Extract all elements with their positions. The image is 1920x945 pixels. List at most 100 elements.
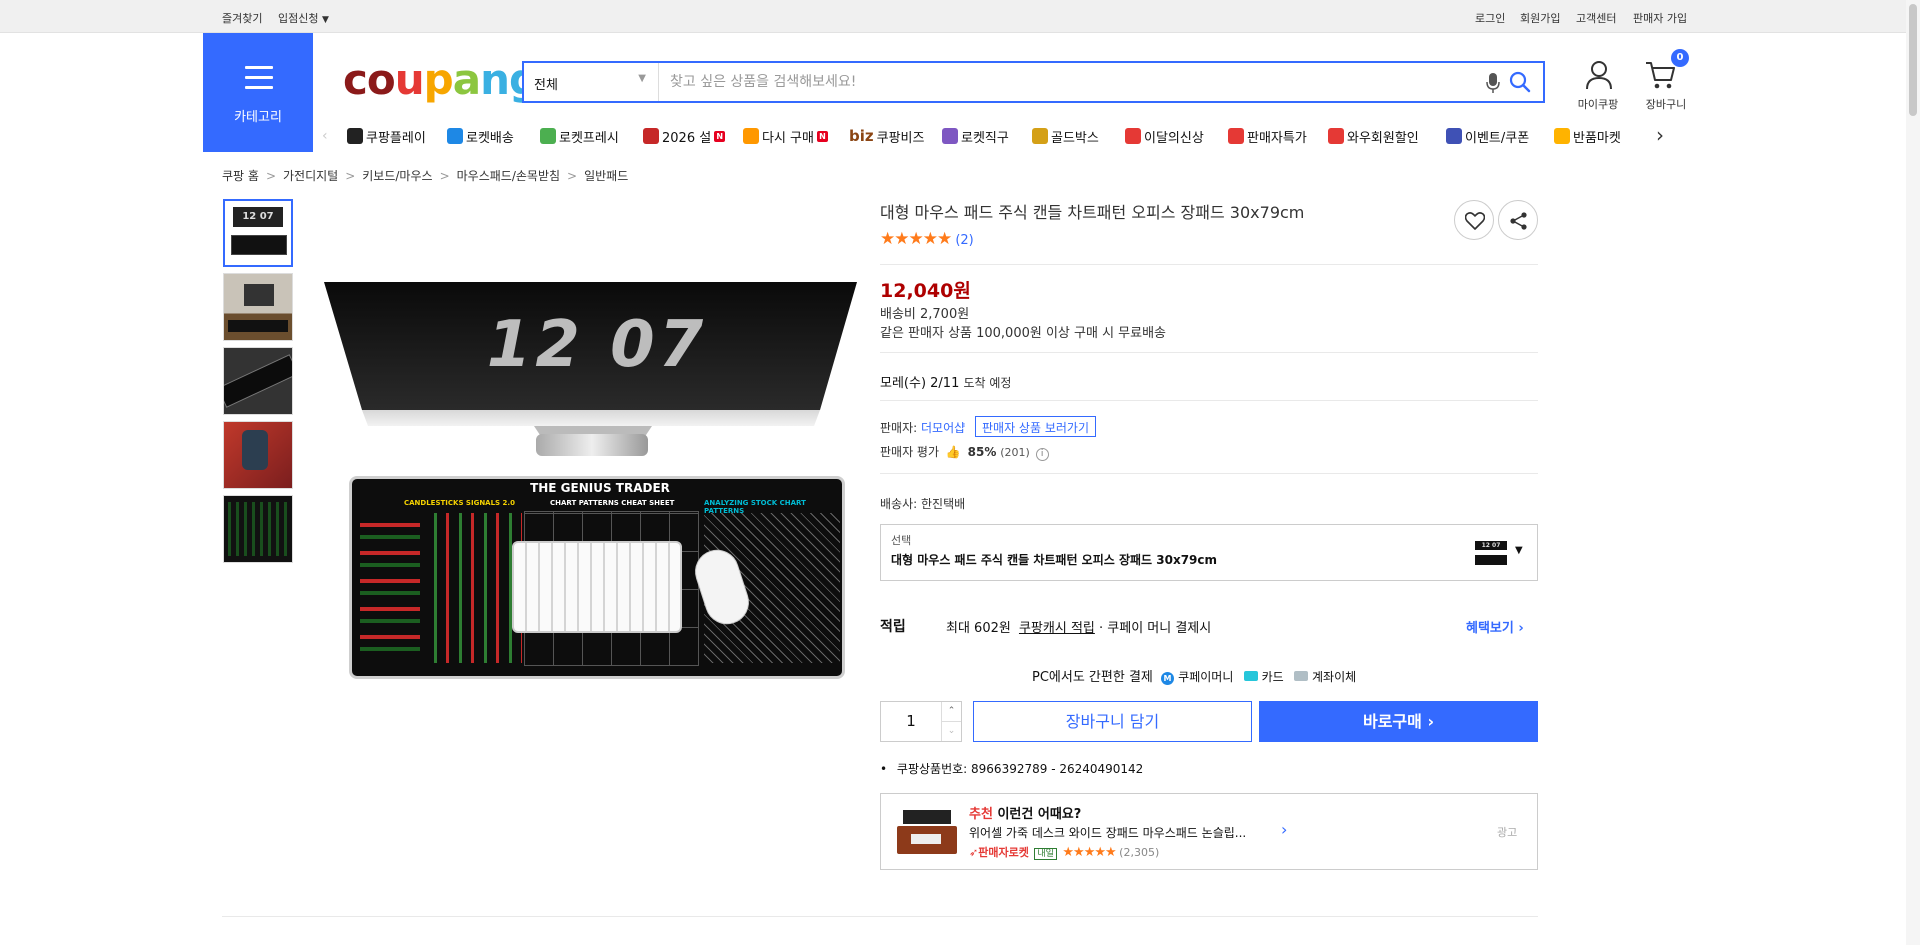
option-thumb-pad [1475, 555, 1507, 565]
pad-candles-middle [424, 513, 522, 663]
share-icon [1510, 212, 1527, 230]
product-title: 대형 마우스 패드 주식 캔들 차트패턴 오피스 장패드 30x79cm [880, 203, 1305, 222]
recommendation-highlight: 추천 [969, 807, 993, 822]
nav-item[interactable]: new-item-icon이달의신상 [1125, 125, 1204, 147]
reward-cash-link[interactable]: 쿠팡캐시 적립 [1019, 621, 1095, 636]
quantity-increase-button[interactable]: ⌃ [941, 702, 961, 722]
cart-icon [1646, 62, 1675, 89]
product-rating[interactable]: ★★★★★ (2) [880, 229, 974, 249]
buy-now-button[interactable]: 바로구매 › [1259, 701, 1538, 742]
goldbox-icon: goldbox-icon [1032, 128, 1048, 144]
seller-label: 판매자: [880, 421, 918, 435]
nav-item[interactable]: global-rocket-icon로켓직구 [942, 125, 1009, 147]
add-to-cart-button[interactable]: 장바구니 담기 [973, 701, 1252, 742]
seller-apply-link[interactable]: 입점신청 ▼ [278, 10, 329, 26]
nav-item-label: 로켓배송 [466, 130, 514, 146]
info-icon[interactable]: i [1035, 448, 1049, 461]
quantity-decrease-button[interactable]: ⌄ [941, 722, 961, 741]
nav-item-label: 로켓직구 [961, 130, 1009, 146]
thumbs-up-icon: 👍 [945, 445, 961, 459]
user-icon [1586, 61, 1612, 90]
reward-max: 최대 602원 [946, 621, 1011, 636]
divider [880, 400, 1538, 401]
recommendation-card[interactable]: 추천 이런건 어때요? 위어셀 가죽 데스크 와이드 장패드 마우스패드 논슬립… [880, 793, 1538, 870]
nav-item-label: 2026 설 [662, 130, 712, 146]
seller-products-link[interactable]: 판매자 상품 보러가기 [975, 416, 1096, 437]
product-number-label: 쿠팡상품번호: [896, 762, 968, 776]
nav-item[interactable]: play-icon쿠팡플레이 [347, 125, 426, 147]
benefits-link[interactable]: 혜택보기 › [1466, 617, 1524, 636]
nav-next-button[interactable]: › [1648, 123, 1676, 149]
option-label: 선택 [891, 534, 912, 547]
gift-icon: gift-icon [643, 128, 659, 144]
chevron-right-icon: > [439, 169, 450, 183]
pay-method-bank: 계좌이체 [1312, 670, 1357, 684]
ad-label: 광고 [1497, 826, 1518, 839]
breadcrumb-item[interactable]: 마우스패드/손목받침 [457, 169, 560, 183]
pay-method-coupay: 쿠페이머니 [1178, 670, 1234, 684]
product-main-image[interactable]: 12 07 THE GENIUS TRADER CANDLESTICKS SIG… [322, 278, 862, 688]
breadcrumb-item[interactable]: 쿠팡 홈 [222, 169, 259, 183]
quantity-input[interactable]: 1 [881, 702, 941, 741]
bullet: • [880, 762, 888, 776]
seller-signup-link[interactable]: 판매자 가입 [1633, 10, 1687, 26]
nav-item[interactable]: wow-icon와우회원할인 [1328, 125, 1419, 147]
seller-deal-icon: seller-deal-icon [1228, 128, 1244, 144]
section-divider [222, 916, 1538, 917]
nav-item[interactable]: gift-icon2026 설N [643, 125, 726, 147]
customer-center-link[interactable]: 고객센터 [1576, 10, 1616, 26]
product-thumbnail-2[interactable] [223, 273, 293, 341]
nav-item[interactable]: biz 쿠팡비즈 [849, 125, 924, 147]
my-coupang-button[interactable]: 마이쿠팡 [1575, 58, 1621, 113]
category-menu-button[interactable]: 카테고리 [203, 33, 313, 152]
seller-apply-label: 입점신청 [278, 12, 319, 25]
breadcrumb-item[interactable]: 키보드/마우스 [362, 169, 432, 183]
wishlist-button[interactable] [1454, 200, 1494, 240]
rebuy-icon: rebuy-icon [743, 128, 759, 144]
search-category-select[interactable]: 전체 ▼ [524, 63, 659, 101]
login-link[interactable]: 로그인 [1475, 10, 1505, 26]
search-input[interactable] [660, 63, 1450, 101]
rec-monitor [903, 810, 951, 824]
delivery-eta: 모레(수) 2/11 도착 예정 [880, 372, 1011, 391]
logo-letter: u [394, 55, 425, 104]
signup-link[interactable]: 회원가입 [1520, 10, 1560, 26]
delivery-date: 모레(수) 2/11 [880, 376, 960, 391]
logo-letter: c [343, 55, 368, 104]
thumb-monitor: 12 07 [233, 207, 283, 227]
product-thumbnail-3[interactable] [223, 347, 293, 415]
nav-item[interactable]: seller-deal-icon판매자특가 [1228, 125, 1307, 147]
shipping-fee: 배송비 2,700원 [880, 307, 970, 322]
breadcrumb-item[interactable]: 일반패드 [584, 169, 628, 183]
nav-item[interactable]: coupon-icon이벤트/쿠폰 [1446, 125, 1529, 147]
option-select[interactable]: 선택 대형 마우스 패드 주식 캔들 차트패턴 오피스 장패드 30x79cm … [880, 524, 1538, 581]
product-thumbnail-1[interactable]: 12 07 [223, 199, 293, 267]
nav-item-label: 로켓프레시 [559, 130, 619, 146]
thumb-pad [224, 354, 292, 408]
scrollbar-thumb[interactable] [1909, 4, 1917, 116]
my-coupang-label: 마이쿠팡 [1577, 98, 1619, 111]
nav-item[interactable]: rocket-icon로켓배송 [447, 125, 514, 147]
nav-item[interactable]: goldbox-icon골드박스 [1032, 125, 1099, 147]
cart-label: 장바구니 [1645, 98, 1687, 111]
microphone-icon[interactable] [1486, 72, 1500, 94]
search-icon[interactable] [1509, 71, 1531, 93]
product-thumbnail-5[interactable] [223, 495, 293, 563]
coupang-logo[interactable]: coupang [343, 55, 539, 104]
nav-item[interactable]: fresh-rocket-icon로켓프레시 [540, 125, 619, 147]
cart-button[interactable]: 0 장바구니 [1636, 48, 1696, 113]
breadcrumb-item[interactable]: 가전디지털 [283, 169, 338, 183]
delivery-day-badge: 내일 [1034, 848, 1057, 860]
nav-prev-arrow-icon[interactable]: ‹ [322, 128, 328, 144]
page-scrollbar[interactable] [1906, 0, 1920, 945]
share-button[interactable] [1498, 200, 1538, 240]
chevron-down-icon: ▼ [638, 73, 646, 84]
nav-item[interactable]: rebuy-icon다시 구매N [743, 125, 828, 147]
seller-row: 판매자: 더모어샵 [880, 419, 965, 436]
play-icon: play-icon [347, 128, 363, 144]
nav-item[interactable]: return-market-icon반품마켓 [1554, 125, 1621, 147]
favorites-link[interactable]: 즐겨찾기 [222, 10, 262, 26]
product-thumbnail-4[interactable] [223, 421, 293, 489]
logo-letter: n [480, 55, 510, 104]
seller-name-link[interactable]: 더모어샵 [921, 421, 965, 435]
